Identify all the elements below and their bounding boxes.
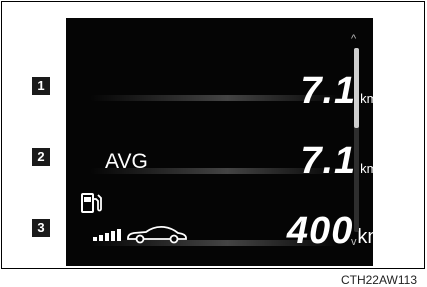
current-fuel-economy: 7.1 [300,70,357,112]
badge-3: 3 [32,219,50,237]
badge-1: 1 [32,77,50,95]
scrollbar-thumb[interactable] [354,48,359,128]
car-icon [126,224,188,249]
row1-value: 7.1 km/l [300,70,384,113]
current-fuel-economy-unit: km/l [360,91,384,106]
signal-bars-icon [93,226,123,247]
average-fuel-economy: 7.1 [300,140,357,182]
cruising-range-unit: km [357,226,384,248]
scroll-down-icon[interactable]: v [351,236,357,248]
badge-2: 2 [32,148,50,166]
scroll-up-icon[interactable]: ^ [351,33,356,45]
average-fuel-economy-unit: km/l [360,161,384,176]
avg-label: AVG [105,150,148,173]
row2-value: 7.1 km/l [300,140,384,183]
figure-code: CTH22AW113 [340,273,417,287]
fuel-pump-icon [80,190,102,219]
row3-value: 400 km [287,210,384,253]
cruising-range: 400 [286,210,354,252]
